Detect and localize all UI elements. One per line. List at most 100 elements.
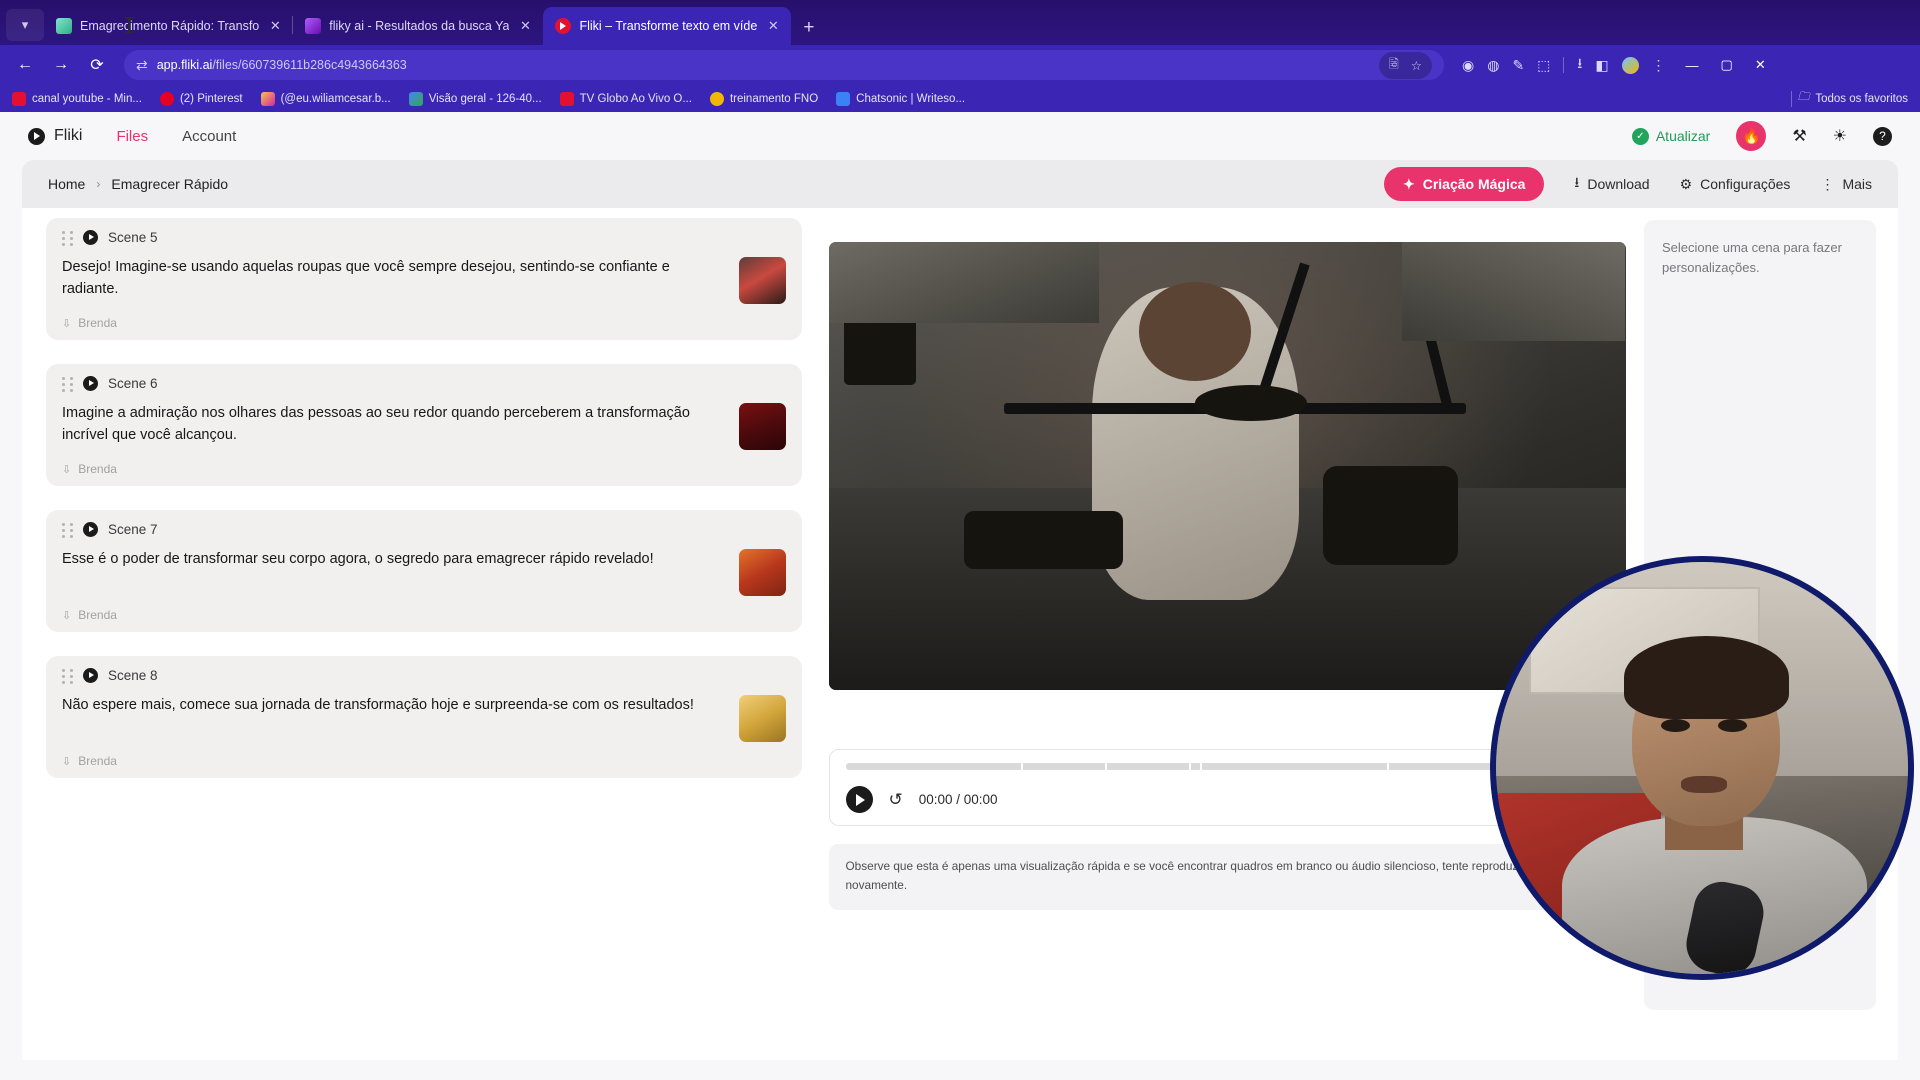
- play-scene-icon[interactable]: [83, 230, 98, 245]
- theme-icon[interactable]: ☀: [1833, 126, 1847, 146]
- scene-text[interactable]: Esse é o poder de transformar seu corpo …: [62, 549, 725, 571]
- scene-label: Scene 5: [108, 230, 158, 245]
- scene-card[interactable]: Scene 5 Desejo! Imagine-se usando aquela…: [46, 218, 802, 340]
- bookmark-item[interactable]: Visão geral - 126-40...: [408, 91, 542, 106]
- voice-name[interactable]: Brenda: [78, 754, 117, 768]
- note-icon: [56, 18, 72, 34]
- help-icon[interactable]: ?: [1873, 126, 1892, 146]
- bookmarks-divider: [1790, 90, 1792, 107]
- scene-card[interactable]: Scene 8 Não espere mais, comece sua jorn…: [46, 656, 802, 778]
- replay-icon[interactable]: ↺: [889, 790, 903, 810]
- url-path: /files/660739611b286c4943664363: [212, 58, 407, 72]
- translate-icon[interactable]: 🗟: [1389, 55, 1399, 76]
- breadcrumb-home[interactable]: Home: [48, 176, 85, 192]
- nav-item-files[interactable]: Files: [116, 128, 148, 145]
- eyedropper-icon[interactable]: ✎: [1512, 57, 1524, 74]
- upgrade-button[interactable]: ✓ Atualizar: [1631, 127, 1710, 145]
- new-tab-button[interactable]: +: [791, 17, 826, 45]
- address-bar[interactable]: ⇄ app.fliki.ai/files/660739611b286c49436…: [124, 50, 1444, 80]
- bookmarks-bar: canal youtube - Min... (2) Pinterest (@e…: [0, 85, 1920, 112]
- close-icon[interactable]: ✕: [765, 18, 781, 34]
- url-text: app.fliki.ai/files/660739611b286c4943664…: [157, 58, 407, 72]
- sync-icon[interactable]: ◍: [1487, 57, 1499, 74]
- browser-tab-2[interactable]: fliky ai - Resultados da busca Ya ✕: [292, 7, 543, 45]
- bookmark-item[interactable]: TV Globo Ao Vivo O...: [559, 91, 692, 106]
- settings-label: Configurações: [1700, 176, 1791, 192]
- bookmark-item[interactable]: canal youtube - Min...: [12, 91, 142, 106]
- back-icon[interactable]: ←: [10, 50, 40, 80]
- app-header: Fliki Files Account ✓ Atualizar 🔥 ⚒ ☀ ?: [0, 112, 1920, 160]
- extension-shield-icon[interactable]: ◉: [1462, 57, 1474, 74]
- fliki-logo-icon: [28, 127, 45, 145]
- download-icon[interactable]: ⭳: [1577, 53, 1582, 77]
- download-button[interactable]: ⭳ Download: [1574, 172, 1649, 196]
- maximize-button[interactable]: ▢: [1721, 57, 1733, 73]
- bookmark-label: treinamento FNO: [729, 92, 819, 105]
- drag-handle-icon[interactable]: [62, 231, 73, 246]
- scene-card[interactable]: Scene 6 Imagine a admiração nos olhares …: [46, 364, 802, 486]
- scene-thumbnail[interactable]: [739, 257, 786, 304]
- side-panel-icon[interactable]: ◧: [1595, 57, 1608, 74]
- drag-handle-icon[interactable]: [62, 377, 73, 392]
- toolbar-divider: [1563, 57, 1565, 73]
- scene-thumbnail[interactable]: [739, 695, 786, 742]
- reload-icon[interactable]: ⟳: [82, 50, 112, 80]
- project-toolbar: Home › Emagrecer Rápido ✦ Criação Mágica…: [22, 160, 1898, 208]
- scene-thumbnail[interactable]: [739, 549, 786, 596]
- tools-icon[interactable]: ⚒: [1792, 126, 1806, 146]
- scene-footer: ⇩ Brenda: [62, 462, 786, 476]
- flame-avatar-icon[interactable]: 🔥: [1736, 121, 1767, 151]
- all-bookmarks-label: Todos os favoritos: [1815, 92, 1908, 105]
- drag-handle-icon[interactable]: [62, 523, 73, 538]
- fliki-brand[interactable]: Fliki: [28, 127, 82, 145]
- browser-tab-3-active[interactable]: Fliki – Transforme texto em víde ✕: [543, 7, 792, 45]
- drag-handle-icon[interactable]: [62, 669, 73, 684]
- close-window-button[interactable]: ✕: [1755, 57, 1766, 73]
- scene-header: Scene 7: [62, 522, 786, 538]
- play-icon[interactable]: [845, 786, 873, 813]
- close-icon[interactable]: ✕: [517, 18, 533, 34]
- settings-button[interactable]: ⚙ Configurações: [1680, 176, 1791, 193]
- more-button[interactable]: ⋮ Mais: [1820, 176, 1872, 193]
- tune-icon[interactable]: ⇄: [136, 57, 148, 74]
- tab-search-chevron-down-icon[interactable]: ▾: [6, 9, 44, 41]
- play-scene-icon[interactable]: [83, 376, 98, 391]
- bookmark-item[interactable]: treinamento FNO: [709, 91, 819, 106]
- magic-creation-button[interactable]: ✦ Criação Mágica: [1383, 167, 1545, 201]
- bookmark-label: TV Globo Ao Vivo O...: [579, 92, 692, 105]
- close-icon[interactable]: ✕: [267, 18, 283, 34]
- microphone-icon: ⇩: [62, 755, 72, 768]
- minimize-button[interactable]: —: [1686, 58, 1699, 73]
- bookmark-item[interactable]: (2) Pinterest: [159, 91, 243, 106]
- scene-text[interactable]: Imagine a admiração nos olhares das pess…: [62, 403, 725, 447]
- play-scene-icon[interactable]: [83, 668, 98, 683]
- tab-title: fliky ai - Resultados da busca Ya: [329, 19, 510, 33]
- bookmark-item[interactable]: Chatsonic | Writeso...: [836, 91, 966, 106]
- scene-text[interactable]: Não espere mais, comece sua jornada de t…: [62, 695, 725, 717]
- voice-name[interactable]: Brenda: [78, 462, 117, 476]
- forward-icon[interactable]: →: [46, 50, 76, 80]
- browser-tab-1[interactable]: Emagrecimento Rápido: Transfo ✕: [44, 7, 293, 45]
- scene-thumbnail[interactable]: [739, 403, 786, 450]
- nav-item-account[interactable]: Account: [182, 128, 236, 145]
- url-domain: app.fliki.ai: [156, 58, 213, 72]
- bookmark-label: Chatsonic | Writeso...: [856, 92, 966, 105]
- pinterest-icon: [159, 91, 174, 106]
- youtube-icon: [12, 91, 26, 106]
- voice-name[interactable]: Brenda: [78, 316, 117, 330]
- profile-avatar-icon[interactable]: [1621, 56, 1639, 74]
- scene-list[interactable]: Scene 5 Desejo! Imagine-se usando aquela…: [22, 208, 822, 1060]
- bookmark-label: Visão geral - 126-40...: [428, 92, 542, 105]
- webcam-overlay[interactable]: [1490, 556, 1914, 980]
- tab-title: Fliki – Transforme texto em víde: [579, 19, 758, 33]
- scene-text[interactable]: Desejo! Imagine-se usando aquelas roupas…: [62, 257, 725, 301]
- bookmark-star-icon[interactable]: ☆: [1411, 58, 1422, 73]
- more-menu-icon[interactable]: ⋮: [1652, 57, 1666, 74]
- all-bookmarks-button[interactable]: 🗀 Todos os favoritos: [1790, 89, 1908, 108]
- puzzle-icon[interactable]: ⬚: [1537, 57, 1550, 74]
- play-scene-icon[interactable]: [83, 522, 98, 537]
- sparkle-icon: ✦: [1402, 175, 1415, 192]
- voice-name[interactable]: Brenda: [78, 608, 117, 622]
- scene-card[interactable]: Scene 7 Esse é o poder de transformar se…: [46, 510, 802, 632]
- bookmark-item[interactable]: (@eu.wiliamcesar.b...: [260, 91, 391, 106]
